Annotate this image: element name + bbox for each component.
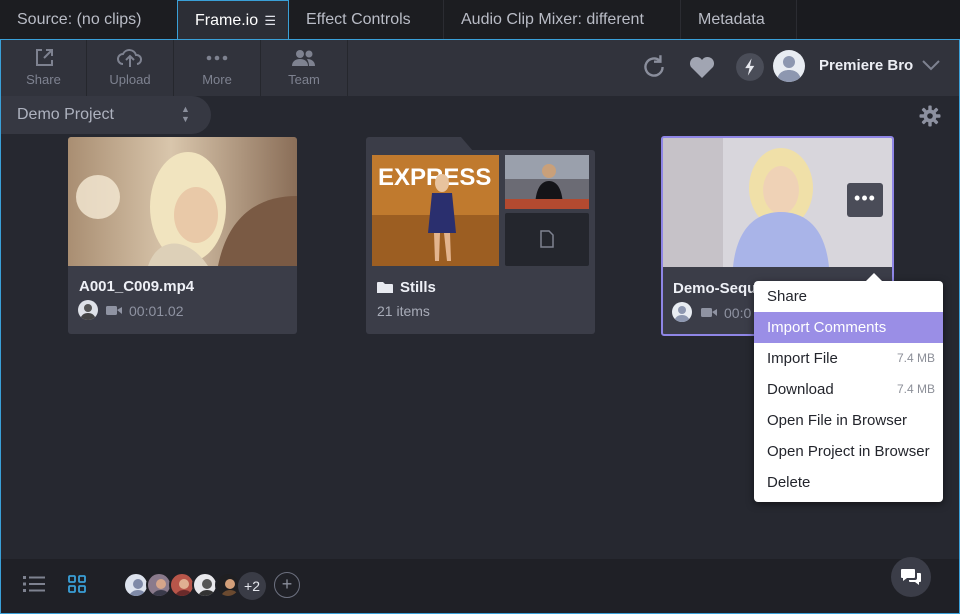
asset-options-button[interactable]: •••: [847, 183, 883, 217]
user-name[interactable]: Premiere Bro: [819, 57, 913, 74]
team-icon: [292, 50, 315, 66]
folder-item-count: 21 items: [377, 303, 430, 319]
menu-item-open-file-in-browser[interactable]: Open File in Browser: [754, 405, 943, 436]
more-dots-icon: •••: [854, 188, 876, 208]
refresh-icon[interactable]: [639, 52, 669, 82]
more-label: More: [202, 72, 232, 87]
menu-item-import-comments[interactable]: Import Comments: [754, 312, 943, 343]
share-icon: [35, 49, 53, 66]
menu-item-label: Share: [767, 288, 808, 305]
menu-item-label: Import Comments: [767, 319, 887, 336]
list-view-icon[interactable]: [23, 576, 45, 592]
asset-title: A001_C009.mp4: [79, 278, 195, 295]
tab-label: Frame.io: [195, 12, 259, 29]
more-members-badge[interactable]: +2: [238, 572, 266, 600]
tab-metadata[interactable]: Metadata: [681, 0, 797, 40]
folder-tab: [366, 137, 473, 151]
asset-duration: 00:0: [724, 305, 752, 321]
person-avatar-icon: [80, 304, 96, 320]
menu-item-label: Open Project in Browser: [767, 443, 930, 460]
chevron-down-icon[interactable]: [921, 58, 941, 72]
panel-tab-strip: Source: (no clips) Frame.io ☰ Effect Cont…: [0, 0, 960, 40]
folder-title: Stills: [400, 279, 436, 296]
menu-item-import-file[interactable]: Import File 7.4 MB: [754, 343, 943, 374]
upload-button[interactable]: Upload: [87, 40, 174, 96]
grid-view-icon[interactable]: [68, 575, 86, 593]
file-size: 7.4 MB: [896, 382, 935, 396]
menu-item-delete[interactable]: Delete: [754, 467, 943, 498]
chat-button[interactable]: [891, 557, 931, 597]
project-selector[interactable]: Demo Project ▲ ▼: [1, 96, 211, 134]
tab-label: Metadata: [698, 11, 765, 28]
heart-icon[interactable]: [687, 52, 717, 82]
tab-label: Effect Controls: [306, 11, 411, 28]
team-label: Team: [288, 72, 320, 87]
video-thumbnail: [68, 137, 297, 266]
upload-cloud-icon: [117, 49, 143, 67]
uploader-avatar: [78, 300, 98, 320]
folder-preview-file: [505, 213, 589, 266]
uploader-avatar: [672, 302, 692, 322]
share-label: Share: [26, 72, 61, 87]
tab-frameio[interactable]: Frame.io ☰: [177, 0, 289, 40]
share-button[interactable]: Share: [1, 40, 87, 96]
menu-item-label: Delete: [767, 474, 811, 491]
user-silhouette-icon: [674, 306, 690, 322]
more-dots-icon: [206, 55, 228, 61]
add-member-button[interactable]: +: [274, 572, 300, 598]
user-silhouette-icon: [777, 56, 801, 82]
asset-card-video[interactable]: A001_C009.mp4 00:01.02: [68, 137, 297, 334]
user-avatar[interactable]: [773, 50, 805, 82]
menu-item-open-project-in-browser[interactable]: Open Project in Browser: [754, 436, 943, 467]
folder-icon: [377, 282, 393, 293]
video-camera-icon: [701, 308, 717, 317]
asset-card-folder[interactable]: EXPRESS Stills 21 items: [366, 150, 595, 334]
video-camera-icon: [106, 306, 122, 315]
menu-item-label: Import File: [767, 350, 838, 367]
updown-arrows-icon: ▲ ▼: [181, 104, 190, 124]
folder-preview-main: EXPRESS: [372, 155, 499, 266]
asset-title: Demo-Sequ: [673, 280, 757, 297]
upload-label: Upload: [109, 72, 151, 87]
tab-effect-controls[interactable]: Effect Controls: [289, 0, 444, 40]
asset-context-menu: Share Import Comments Import File 7.4 MB …: [754, 273, 943, 502]
asset-duration: 00:01.02: [129, 303, 184, 319]
menu-item-label: Open File in Browser: [767, 412, 908, 429]
team-button[interactable]: Team: [261, 40, 348, 96]
express-text: EXPRESS: [378, 164, 491, 191]
project-bar: Demo Project ▲ ▼: [1, 96, 959, 134]
gear-icon[interactable]: [919, 105, 941, 127]
panel-menu-icon[interactable]: ☰: [264, 1, 276, 41]
menu-item-share[interactable]: Share: [754, 281, 943, 312]
plus-icon: +: [281, 574, 293, 594]
more-button[interactable]: More: [174, 40, 261, 96]
file-size: 7.4 MB: [896, 351, 935, 365]
tab-source[interactable]: Source: (no clips): [0, 0, 178, 40]
menu-item-download[interactable]: Download 7.4 MB: [754, 374, 943, 405]
tab-label: Source: (no clips): [17, 11, 142, 28]
toolbar: Share Upload More Team Premiere Bro: [1, 40, 959, 96]
tab-audio-clip-mixer[interactable]: Audio Clip Mixer: different: [444, 0, 681, 40]
tab-label: Audio Clip Mixer: different: [461, 11, 644, 28]
menu-item-label: Download: [767, 381, 834, 398]
lightning-icon[interactable]: [735, 52, 765, 82]
footer-bar: +2 +: [1, 559, 959, 613]
folder-preview-top: [505, 155, 589, 209]
chat-bubbles-icon: [901, 569, 921, 585]
file-icon: [540, 230, 554, 248]
project-name: Demo Project: [17, 106, 114, 123]
